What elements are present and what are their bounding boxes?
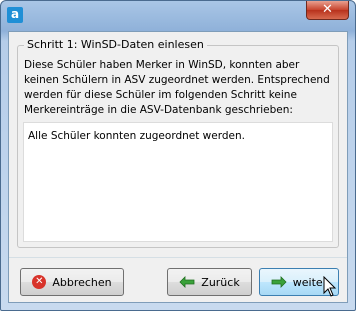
dialog-content: Schritt 1: WinSD-Daten einlesen Diese Sc… — [8, 31, 348, 303]
info-text: Diese Schüler haben Merker in WinSD, kon… — [24, 58, 336, 118]
arrow-right-icon — [271, 276, 287, 288]
app-logo-icon: a — [7, 7, 23, 23]
dialog-window: a ✕ Schritt 1: WinSD-Daten einlesen Dies… — [0, 0, 356, 311]
cancel-button[interactable]: ✕ Abbrechen — [20, 268, 124, 296]
result-item: Alle Schüler konnten zugeordnet werden. — [28, 130, 245, 142]
info-line: werden für diese Schüler im folgenden Sc… — [24, 89, 297, 101]
separator — [9, 257, 347, 258]
cancel-button-label: Abbrechen — [52, 275, 112, 289]
result-list[interactable]: Alle Schüler konnten zugeordnet werden. — [23, 122, 333, 242]
step-groupbox: Schritt 1: WinSD-Daten einlesen Diese Sc… — [17, 38, 339, 248]
back-button-label: Zurück — [201, 275, 240, 289]
info-line: Merkereinträge in die ASV-Datenbank gesc… — [24, 104, 293, 116]
arrow-left-icon — [179, 276, 195, 288]
info-line: Diese Schüler haben Merker in WinSD, kon… — [24, 59, 300, 71]
close-button[interactable]: ✕ — [306, 1, 349, 20]
mouse-pointer-icon — [323, 276, 337, 297]
group-title: Schritt 1: WinSD-Daten einlesen — [24, 38, 207, 51]
back-button[interactable]: Zurück — [167, 268, 252, 296]
cancel-circle-icon: ✕ — [32, 275, 47, 289]
info-line: keinen Schülern in ASV zugeordnet werden… — [24, 74, 330, 86]
title-bar[interactable]: a ✕ — [1, 1, 355, 27]
